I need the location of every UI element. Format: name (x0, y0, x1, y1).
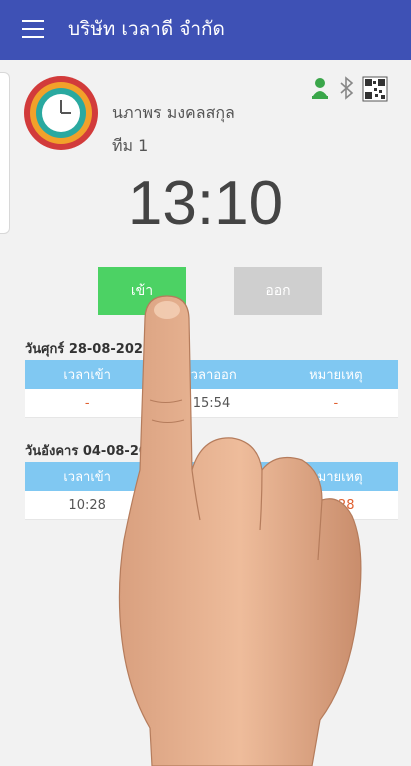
check-out-button[interactable]: ออก (234, 267, 322, 315)
cell-note: - (273, 389, 398, 418)
team-label: ทีม 1 (112, 136, 149, 155)
app-title: บริษัท เวลาดี จำกัด (68, 18, 225, 40)
app-bar: บริษัท เวลาดี จำกัด (0, 0, 411, 60)
header-note: หมายเหตุ (273, 462, 398, 491)
check-in-button[interactable]: เข้า (98, 267, 186, 315)
menu-icon[interactable] (22, 20, 44, 38)
qr-code-icon[interactable] (362, 76, 388, 102)
current-time: 13:10 (127, 169, 284, 238)
table-row: 10:28 01:28 (25, 491, 398, 520)
record-date: วันศุกร์ 28-08-2020 (25, 342, 152, 357)
cell-check-out: 15:54 (149, 389, 274, 418)
attendance-table: เวลาเข้า เวลาออก หมายเหตุ - 15:54 - (25, 360, 398, 418)
bluetooth-icon[interactable] (340, 76, 354, 100)
status-icons (311, 76, 389, 102)
location-person-icon[interactable] (312, 78, 328, 99)
record-date: วันอังคาร 04-08-2020 (25, 444, 167, 459)
cell-check-in: 10:28 (25, 491, 150, 520)
header-check-in: เวลาเข้า (25, 360, 150, 389)
header-check-out: เวลาออก (149, 360, 274, 389)
attendance-table: เวลาเข้า เวลาออก หมายเหตุ 10:28 01:28 (25, 462, 398, 520)
user-name: นภาพร มงคลสกุล (112, 103, 235, 122)
table-row: - 15:54 - (25, 389, 398, 418)
header-check-in: เวลาเข้า (25, 462, 150, 491)
clock-logo-icon (24, 76, 98, 150)
header-check-out: เวลาออก (149, 462, 274, 491)
header-note: หมายเหตุ (273, 360, 398, 389)
cell-check-out (149, 491, 274, 520)
cell-check-in: - (25, 389, 150, 418)
cell-note: 01:28 (273, 491, 398, 520)
